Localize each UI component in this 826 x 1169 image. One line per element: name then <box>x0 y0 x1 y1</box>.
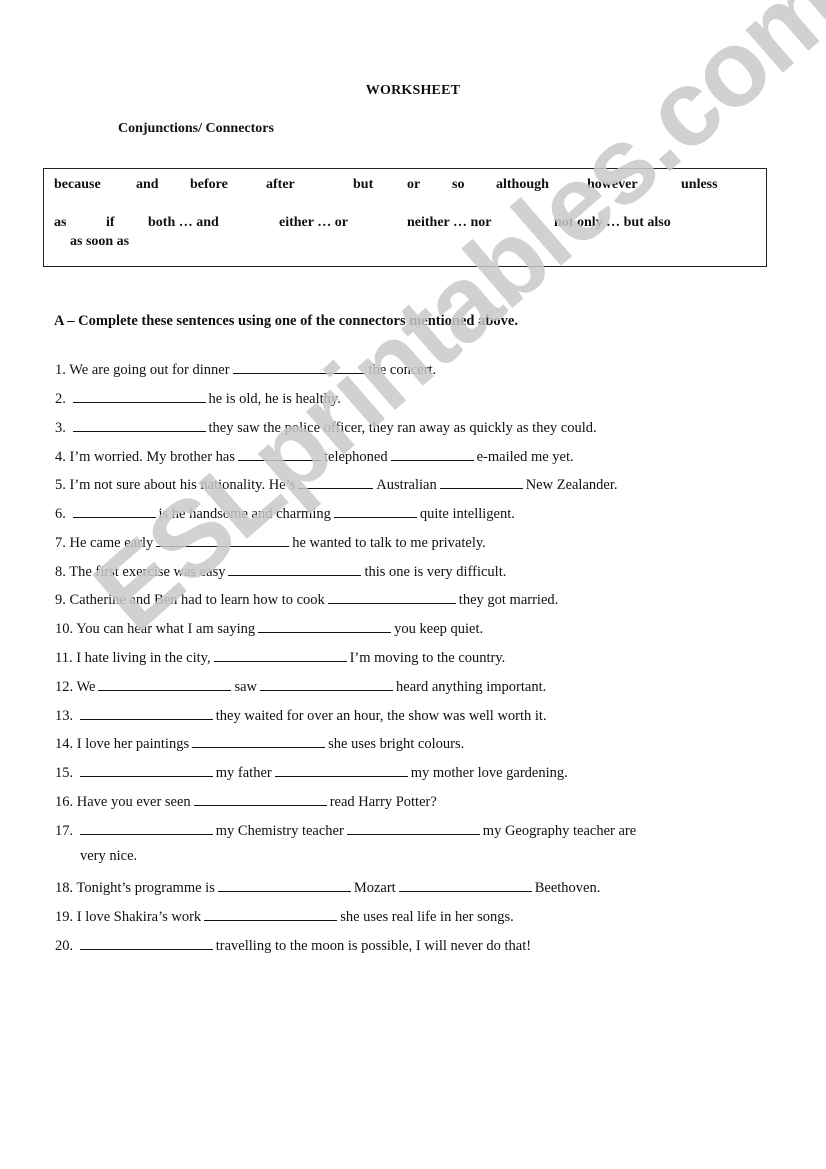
watermark-text: ESLprintables.com <box>71 0 826 653</box>
watermark-layer: ESLprintables.com <box>0 0 826 1169</box>
worksheet-page: WORKSHEET Conjunctions/ Connectors becau… <box>0 0 826 1169</box>
